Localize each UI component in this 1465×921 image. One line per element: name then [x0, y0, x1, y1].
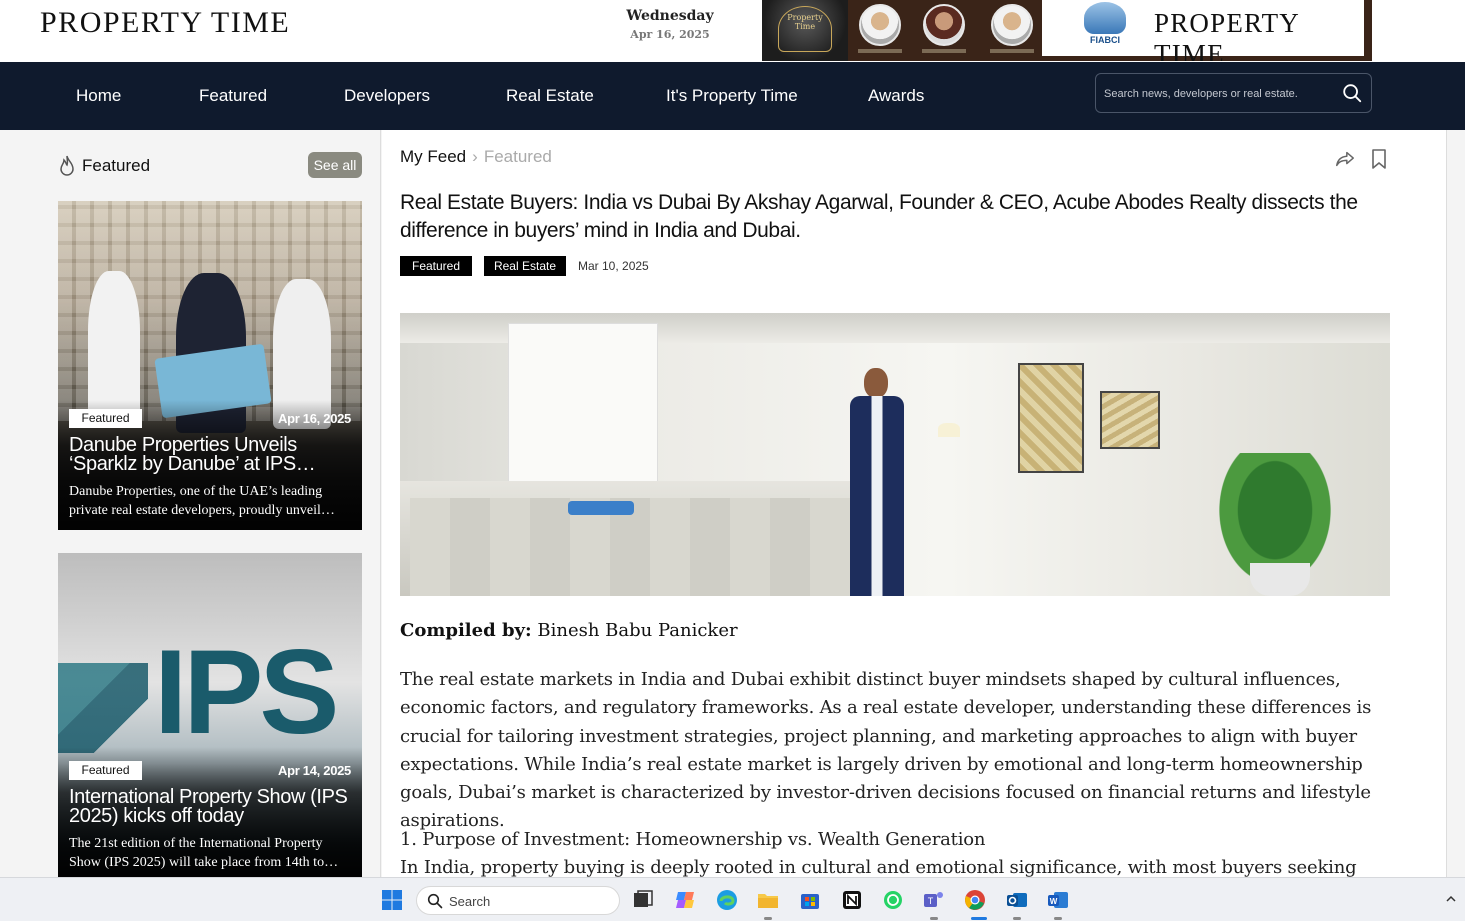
chrome-icon[interactable]	[963, 888, 987, 912]
featured-sidebar: Featured See all Featured Apr 16, 2025 D…	[0, 130, 381, 877]
article-subheading: 1. Purpose of Investment: Homeownership …	[400, 829, 986, 850]
article-date: Mar 10, 2025	[578, 259, 649, 273]
hero-plant-pot	[1250, 563, 1310, 596]
banner-brand-text: PROPERTY TIME	[1154, 8, 1300, 61]
current-date: Wednesday Apr 16, 2025	[600, 8, 740, 41]
nav-awards[interactable]: Awards	[868, 86, 924, 106]
card-date: Apr 16, 2025	[277, 411, 351, 426]
card-tag[interactable]: Featured	[69, 409, 142, 428]
task-view-icon[interactable]	[631, 888, 655, 912]
hero-person	[844, 368, 910, 596]
active-indicator	[971, 917, 987, 920]
featured-card[interactable]: IPS Featured Apr 14, 2025 International …	[58, 553, 362, 877]
current-date-value: Apr 16, 2025	[630, 28, 710, 41]
windows-taskbar: Search T W	[0, 877, 1465, 921]
site-search	[1095, 73, 1372, 113]
svg-text:W: W	[1050, 897, 1058, 906]
see-all-button[interactable]: See all	[308, 152, 362, 178]
flame-icon	[60, 155, 74, 176]
search-icon	[427, 893, 443, 909]
bookmark-icon[interactable]	[1370, 148, 1388, 170]
main-navigation: Home Featured Developers Real Estate It'…	[0, 62, 1465, 130]
sidebar-header: Featured See all	[58, 152, 362, 182]
banner-portrait	[986, 4, 1038, 56]
award-trophy-image: Property Time	[762, 0, 848, 61]
card-title[interactable]: Danube Properties Unveils ‘Sparklz by Da…	[69, 436, 354, 476]
file-explorer-icon[interactable]	[756, 888, 780, 912]
search-icon[interactable]	[1341, 82, 1363, 104]
chevron-up-icon[interactable]	[1444, 892, 1458, 906]
whatsapp-icon[interactable]	[881, 888, 905, 912]
nav-real-estate[interactable]: Real Estate	[506, 86, 594, 106]
copilot-icon[interactable]	[673, 888, 697, 912]
nav-featured[interactable]: Featured	[199, 86, 267, 106]
hero-blue-cushion	[568, 501, 634, 515]
svg-text:T: T	[928, 896, 934, 906]
breadcrumb: My Feed › Featured	[400, 147, 552, 167]
hero-wall-map	[1100, 391, 1160, 449]
windows-start-icon[interactable]	[380, 888, 404, 912]
article-byline: Compiled by: Binesh Babu Panicker	[400, 620, 738, 641]
hero-wall-map	[1018, 363, 1084, 473]
site-logo[interactable]: PROPERTY TIME	[40, 6, 290, 40]
card-title[interactable]: International Property Show (IPS 2025) k…	[69, 788, 354, 828]
article-paragraph: The real estate markets in India and Dub…	[400, 669, 1372, 832]
featured-card[interactable]: Featured Apr 16, 2025 Danube Properties …	[58, 201, 362, 530]
current-day: Wednesday	[626, 8, 714, 24]
card-image-logo-shape	[58, 663, 148, 753]
card-date: Apr 14, 2025	[277, 763, 351, 778]
word-icon[interactable]: W	[1046, 888, 1070, 912]
breadcrumb-my-feed[interactable]: My Feed	[400, 147, 466, 166]
header-ad-banner[interactable]: Property Time FIABCI PROPERTY TIME	[762, 0, 1372, 61]
site-header: PROPERTY TIME Wednesday Apr 16, 2025 Pro…	[0, 0, 1465, 62]
byline-label: Compiled by:	[400, 620, 532, 641]
card-tag[interactable]: Featured	[69, 761, 142, 780]
chevron-right-icon: ›	[472, 147, 478, 166]
tag-featured[interactable]: Featured	[400, 256, 472, 276]
banner-portrait	[854, 4, 906, 56]
banner-portrait	[918, 4, 970, 56]
outlook-icon[interactable]	[1005, 888, 1029, 912]
running-indicator	[1013, 917, 1021, 920]
breadcrumb-featured[interactable]: Featured	[484, 147, 552, 166]
share-icon[interactable]	[1334, 148, 1356, 170]
notion-icon[interactable]	[840, 888, 864, 912]
tag-real-estate[interactable]: Real Estate	[484, 256, 566, 276]
taskbar-search-label: Search	[449, 894, 491, 909]
article-hero-image	[400, 313, 1390, 596]
fiabci-globe-icon	[1084, 2, 1126, 34]
edge-icon[interactable]	[715, 888, 739, 912]
card-description: The 21st edition of the International Pr…	[69, 836, 339, 870]
ms-store-icon[interactable]	[798, 888, 822, 912]
site-search-input[interactable]	[1104, 84, 1334, 104]
nav-its-property-time[interactable]: It's Property Time	[666, 86, 798, 106]
hero-projection-screen	[508, 323, 658, 499]
article-headline: Real Estate Buyers: India vs Dubai By Ak…	[400, 191, 1358, 242]
hero-lamp	[938, 423, 960, 437]
running-indicator	[1054, 917, 1062, 920]
fiabci-logo: FIABCI	[1070, 2, 1140, 50]
nav-developers[interactable]: Developers	[344, 86, 430, 106]
sidebar-title: Featured	[82, 156, 151, 175]
byline-author: Binesh Babu Panicker	[537, 620, 738, 641]
banner-brand-pane: FIABCI PROPERTY TIME	[1042, 0, 1364, 61]
award-trophy-text: Property Time	[778, 6, 832, 52]
fiabci-label: FIABCI	[1090, 35, 1120, 45]
article-panel: My Feed › Featured Real Estate Buyers: Ind…	[382, 130, 1446, 906]
running-indicator	[930, 917, 938, 920]
taskbar-search[interactable]: Search	[416, 886, 620, 915]
card-image-text: IPS	[154, 625, 339, 759]
nav-home[interactable]: Home	[76, 86, 121, 106]
card-description: Danube Properties, one of the UAE’s lead…	[69, 484, 335, 518]
page-scroll-rail[interactable]	[1446, 130, 1465, 877]
card-image-person	[88, 271, 140, 421]
running-indicator	[764, 917, 772, 920]
teams-icon[interactable]: T	[922, 888, 946, 912]
